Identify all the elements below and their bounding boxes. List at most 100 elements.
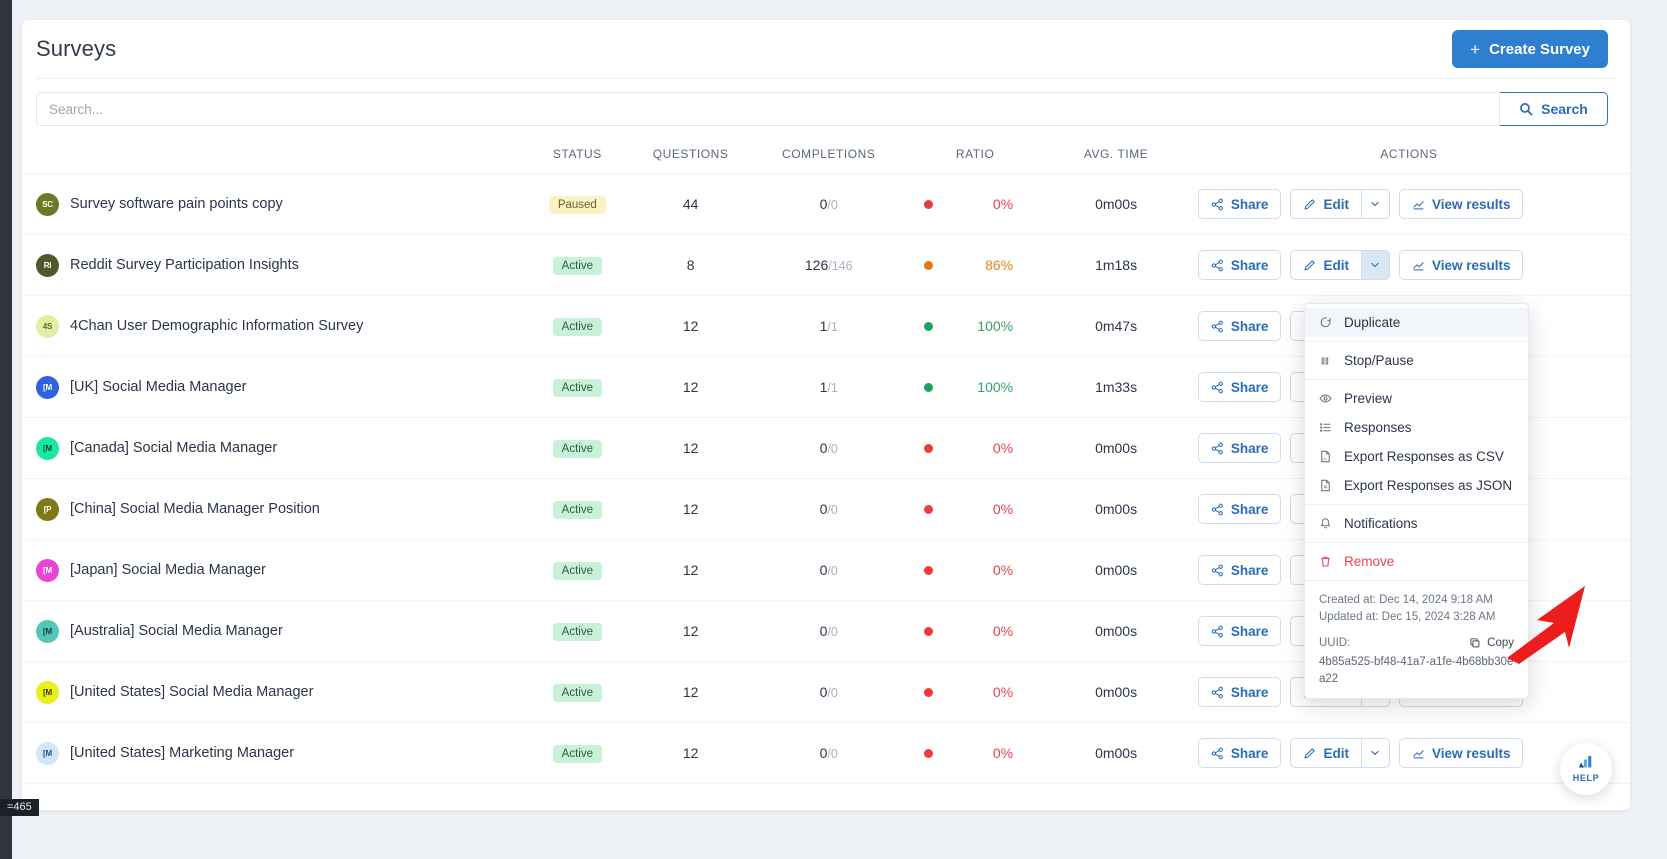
menu-item-label: Preview: [1344, 391, 1393, 406]
cell-ratio: 100%: [906, 356, 1045, 418]
menu-item-label: Stop/Pause: [1344, 353, 1414, 368]
cell-status: Active: [524, 539, 630, 601]
menu-item-notifications[interactable]: Notifications: [1305, 509, 1528, 538]
cell-questions: 12: [629, 295, 752, 357]
menu-item-duplicate[interactable]: Duplicate: [1305, 308, 1528, 337]
view-results-button[interactable]: View results: [1398, 189, 1524, 219]
cell-status: Active: [524, 722, 630, 784]
survey-name[interactable]: Survey software pain points copy: [70, 196, 283, 212]
help-chart-icon: [1576, 755, 1596, 772]
copy-uuid-button[interactable]: Copy: [1469, 635, 1514, 652]
help-widget-button[interactable]: HELP: [1560, 743, 1612, 795]
edit-button[interactable]: Edit: [1290, 189, 1361, 219]
share-button[interactable]: Share: [1197, 555, 1282, 585]
survey-name[interactable]: [Canada] Social Media Manager: [70, 440, 277, 456]
uuid-value[interactable]: 4b85a525-bf48-41a7-a1fe-4b68bb30ea22: [1319, 654, 1514, 689]
row-actions-caret-button[interactable]: [1360, 738, 1390, 768]
cell-name: SC Survey software pain points copy: [22, 173, 525, 235]
completions-total: /1: [827, 381, 838, 395]
menu-item-export-responses-as-json[interactable]: Export Responses as JSON: [1305, 471, 1528, 500]
avatar: [M: [36, 375, 59, 399]
share-label: Share: [1230, 501, 1269, 517]
row-actions-caret-button[interactable]: [1360, 189, 1390, 219]
bell-icon: [1319, 517, 1333, 530]
search-button[interactable]: Search: [1500, 92, 1608, 126]
survey-name[interactable]: Reddit Survey Participation Insights: [70, 257, 299, 273]
cell-avg-time: 1m33s: [1044, 356, 1188, 418]
ratio-status-dot: [924, 199, 934, 209]
completions-total: /0: [827, 564, 838, 578]
cell-name: [M [Japan] Social Media Manager: [22, 539, 525, 601]
menu-item-stop-pause[interactable]: Stop/Pause: [1305, 346, 1528, 375]
view-results-button[interactable]: View results: [1398, 738, 1524, 768]
share-icon: [1211, 564, 1224, 577]
cell-name: 4S 4Chan User Demographic Information Su…: [22, 295, 525, 357]
cell-name: [M [United States] Marketing Manager: [22, 722, 525, 784]
completions-total: /0: [827, 503, 838, 517]
survey-name[interactable]: [Australia] Social Media Manager: [70, 623, 283, 639]
edit-split-button: Edit: [1290, 250, 1390, 280]
table-row[interactable]: SC Survey software pain points copy Paus…: [22, 173, 1630, 235]
survey-name[interactable]: [Japan] Social Media Manager: [70, 562, 266, 578]
survey-name[interactable]: [China] Social Media Manager Position: [70, 501, 320, 517]
status-badge: Active: [552, 256, 602, 275]
cell-completions: 126/146: [751, 234, 907, 296]
cell-questions: 12: [629, 356, 752, 418]
col-header-status: STATUS: [524, 139, 630, 174]
created-at-text: Created at: Dec 14, 2024 9:18 AM: [1319, 594, 1493, 606]
share-button[interactable]: Share: [1197, 311, 1282, 341]
create-survey-label: Create Survey: [1489, 40, 1590, 58]
menu-item-export-responses-as-csv[interactable]: csv Export Responses as CSV: [1305, 442, 1528, 471]
share-button[interactable]: Share: [1197, 677, 1282, 707]
survey-metadata: Created at: Dec 14, 2024 9:18 AM Updated…: [1305, 585, 1528, 698]
cell-status: Active: [524, 661, 630, 723]
create-survey-button[interactable]: + Create Survey: [1452, 30, 1608, 68]
edit-button[interactable]: Edit: [1290, 250, 1361, 280]
chevron-down-icon: [1369, 747, 1381, 759]
share-button[interactable]: Share: [1197, 372, 1282, 402]
view-results-label: View results: [1431, 196, 1511, 212]
share-button[interactable]: Share: [1197, 616, 1282, 646]
completions-total: /0: [827, 625, 838, 639]
share-label: Share: [1230, 684, 1269, 700]
menu-separator: [1305, 379, 1528, 380]
ratio-value: 86%: [985, 257, 1014, 273]
survey-name[interactable]: 4Chan User Demographic Information Surve…: [70, 318, 363, 334]
cell-name: [M [United States] Social Media Manager: [22, 661, 525, 723]
menu-item-remove[interactable]: Remove: [1305, 547, 1528, 576]
share-icon: [1211, 259, 1224, 272]
card-header: Surveys + Create Survey: [22, 20, 1630, 78]
edit-icon: [1303, 747, 1316, 760]
table-header-row: STATUS QUESTIONS COMPLETIONS RATIO AVG. …: [22, 139, 1630, 174]
col-header-avg-time: AVG. TIME: [1044, 139, 1188, 174]
status-badge: Paused: [548, 195, 606, 214]
menu-item-preview[interactable]: Preview: [1305, 384, 1528, 413]
cell-avg-time: 0m00s: [1044, 539, 1188, 601]
cell-status: Active: [524, 295, 630, 357]
edit-label: Edit: [1323, 257, 1349, 273]
share-button[interactable]: Share: [1197, 738, 1282, 768]
share-button[interactable]: Share: [1197, 433, 1282, 463]
table-row[interactable]: [M [United States] Marketing Manager Act…: [22, 722, 1630, 784]
share-button[interactable]: Share: [1197, 494, 1282, 524]
ratio-status-dot: [924, 443, 934, 453]
row-actions-dropdown[interactable]: Duplicate Stop/Pause Preview Responses c…: [1304, 303, 1529, 700]
survey-name[interactable]: [United States] Social Media Manager: [70, 684, 313, 700]
edit-button[interactable]: Edit: [1290, 738, 1361, 768]
survey-name[interactable]: [United States] Marketing Manager: [70, 745, 294, 761]
share-button[interactable]: Share: [1197, 250, 1282, 280]
table-row[interactable]: RI Reddit Survey Participation Insights …: [22, 234, 1630, 296]
cell-status: Active: [524, 600, 630, 662]
duplicate-icon: [1319, 316, 1333, 329]
search-row: Search: [22, 79, 1630, 139]
view-results-button[interactable]: View results: [1398, 250, 1524, 280]
survey-name[interactable]: [UK] Social Media Manager: [70, 379, 247, 395]
help-widget-label: HELP: [1572, 773, 1600, 783]
row-actions-caret-button[interactable]: [1360, 250, 1390, 280]
cell-avg-time: 0m47s: [1044, 295, 1188, 357]
search-input[interactable]: [36, 92, 1500, 126]
share-button[interactable]: Share: [1197, 189, 1282, 219]
menu-item-responses[interactable]: Responses: [1305, 413, 1528, 442]
app-viewport: Surveys + Create Survey Search... Search…: [0, 0, 1667, 859]
ratio-status-dot: [924, 321, 934, 331]
